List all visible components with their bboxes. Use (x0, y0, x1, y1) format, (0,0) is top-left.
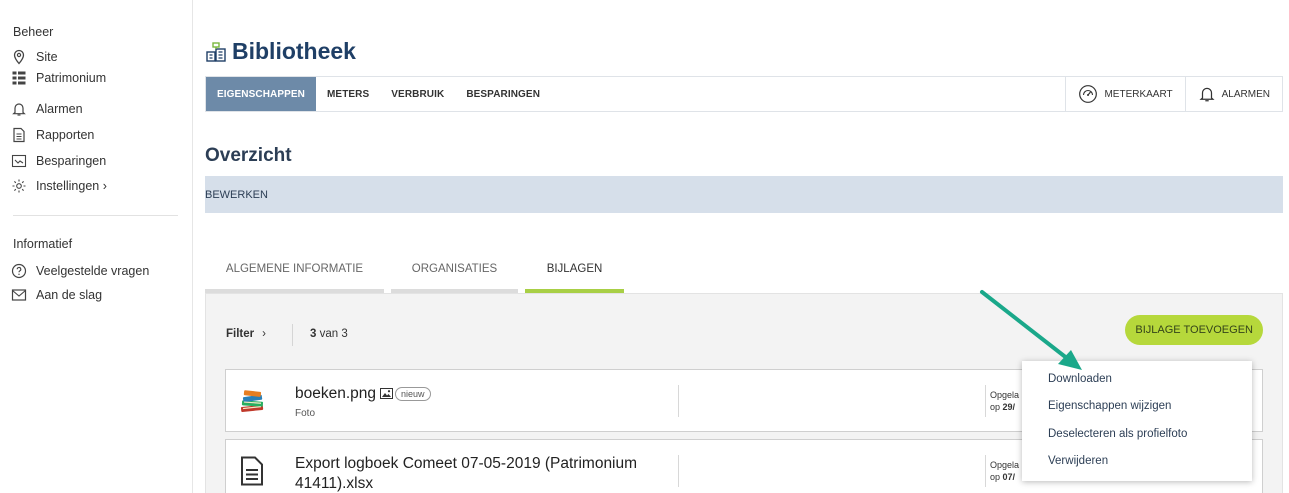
top-navigation: EIGENSCHAPPEN METERS VERBRUIK BESPARINGE… (205, 76, 1283, 112)
uploaded-date-prefix: op (990, 402, 1001, 412)
uploaded-date: op 07/ (990, 471, 1019, 483)
uploaded-info: Opgela op 29/ (990, 389, 1019, 413)
gear-icon (11, 178, 27, 194)
sidebar-item-label: Instellingen › (36, 179, 107, 193)
filter-toggle[interactable]: Filter › (226, 328, 266, 340)
uploaded-date-value: 29/ (1002, 402, 1016, 412)
menu-item-verwijderen[interactable]: Verwijderen (1048, 455, 1108, 467)
add-attachment-button[interactable]: BIJLAGE TOEVOEGEN (1125, 315, 1263, 345)
meterkaart-button[interactable]: METERKAART (1065, 77, 1184, 111)
tab-eigenschappen[interactable]: EIGENSCHAPPEN (206, 77, 316, 111)
menu-item-eigenschappen-wijzigen[interactable]: Eigenschappen wijzigen (1048, 400, 1171, 412)
column-divider (985, 385, 986, 417)
filter-divider (292, 324, 293, 346)
sidebar-item-label: Site (36, 50, 58, 64)
sidebar-item-patrimonium[interactable]: Patrimonium (11, 67, 106, 89)
file-context-menu: Downloaden Eigenschappen wijzigen Desele… (1022, 361, 1252, 481)
question-circle-icon (11, 263, 27, 279)
tab-verbruik[interactable]: VERBRUIK (380, 77, 455, 111)
uploaded-label: Opgela (990, 460, 1020, 470)
sidebar-item-rapporten[interactable]: Rapporten (11, 124, 94, 146)
sidebar-item-label: Patrimonium (36, 71, 107, 85)
location-pin-icon (11, 49, 27, 65)
result-count: 3 van 3 (310, 328, 348, 340)
tab-besparingen[interactable]: BESPARINGEN (455, 77, 551, 111)
sidebar-heading-beheer: Beheer (13, 25, 54, 39)
bell-icon (1198, 85, 1216, 103)
file-type: Foto (295, 408, 316, 419)
gauge-icon (1078, 84, 1098, 104)
sidebar-item-aan-de-slag[interactable]: Aan de slag (11, 284, 102, 306)
sidebar-item-label: Veelgestelde vragen (36, 264, 150, 278)
column-divider (985, 455, 986, 487)
sidebar-item-label: Besparingen (36, 154, 107, 168)
building-icon (205, 41, 227, 63)
topnav-spacer (551, 77, 1065, 111)
sidebar-item-besparingen[interactable]: Besparingen (11, 150, 106, 172)
uploaded-date-prefix: op (990, 472, 1001, 482)
sidebar-divider (13, 215, 178, 216)
savings-chart-icon (11, 153, 27, 169)
subtab-algemene-informatie[interactable]: ALGEMENE INFORMATIE (205, 253, 384, 293)
new-badge: nieuw (395, 386, 431, 401)
filter-label: Filter (226, 328, 255, 340)
sidebar-heading-informatief: Informatief (13, 237, 73, 251)
page-title: Bibliotheek (205, 38, 356, 65)
file-name-text: boeken.png (295, 385, 377, 402)
bell-icon (11, 101, 27, 117)
sidebar-item-instellingen[interactable]: Instellingen › (11, 175, 107, 197)
tab-meters[interactable]: METERS (316, 77, 380, 111)
column-divider (678, 385, 679, 417)
grid-list-icon (11, 70, 27, 86)
file-name: boeken.png nieuw (295, 384, 431, 404)
subtab-organisaties[interactable]: ORGANISATIES (391, 253, 518, 293)
uploaded-date-value: 07/ (1002, 472, 1016, 482)
uploaded-date: op 29/ (990, 401, 1019, 413)
subtab-bijlagen[interactable]: BIJLAGEN (525, 253, 624, 293)
edit-bar: BEWERKEN (205, 176, 1283, 213)
file-name: Export logboek Comeet 07-05-2019 (Patrim… (295, 455, 638, 492)
chevron-right-icon: › (262, 328, 266, 340)
sidebar-item-site[interactable]: Site (11, 46, 58, 68)
meterkaart-label: METERKAART (1104, 88, 1173, 100)
result-count-suffix: van 3 (319, 328, 348, 340)
sidebar-item-label: Alarmen (36, 102, 83, 116)
sidebar-item-label: Aan de slag (36, 288, 103, 302)
sidebar-item-alarmen[interactable]: Alarmen (11, 98, 83, 120)
uploaded-info: Opgela op 07/ (990, 459, 1019, 483)
bewerken-button[interactable]: BEWERKEN (205, 189, 268, 201)
alarmen-button[interactable]: ALARMEN (1184, 77, 1282, 111)
page-title-text: Bibliotheek (232, 38, 356, 64)
subtabs: ALGEMENE INFORMATIE ORGANISATIES BIJLAGE… (205, 253, 631, 293)
sidebar: Beheer Site Patrimonium Alarmen Rapporte… (0, 0, 193, 493)
image-icon (380, 388, 394, 400)
result-count-shown: 3 (310, 328, 317, 340)
menu-item-downloaden[interactable]: Downloaden (1048, 373, 1112, 385)
books-thumbnail-icon (237, 387, 267, 415)
alarmen-label: ALARMEN (1221, 88, 1270, 100)
uploaded-label: Opgela (990, 390, 1020, 400)
section-title: Overzicht (205, 145, 292, 166)
envelope-icon (11, 287, 27, 303)
sidebar-item-faq[interactable]: Veelgestelde vragen (11, 260, 149, 282)
sidebar-item-label: Rapporten (36, 128, 95, 142)
column-divider (678, 455, 679, 487)
menu-item-deselecteren-profielfoto[interactable]: Deselecteren als profielfoto (1048, 428, 1187, 440)
document-icon (240, 456, 264, 486)
document-icon (11, 127, 27, 143)
